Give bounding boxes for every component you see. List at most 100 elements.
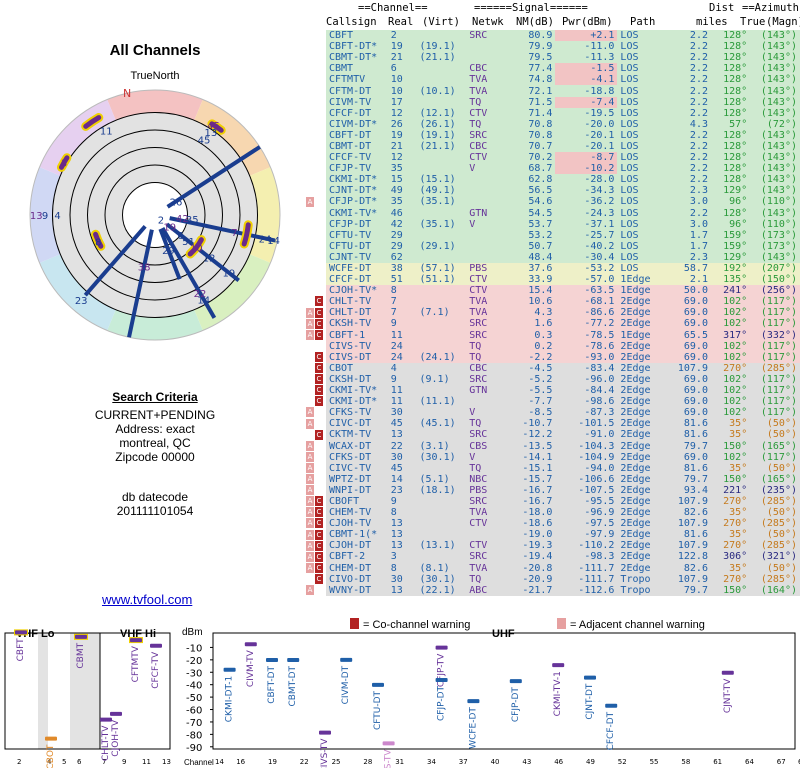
table-cell: 241° [723, 285, 748, 297]
table-cell: 48.4 [528, 251, 553, 263]
table-cell: (143°) [760, 174, 797, 186]
table-cell: (117°) [760, 373, 797, 385]
table-cell: -93.0 [584, 351, 615, 363]
table-cell: CIVS-DT [329, 351, 372, 363]
table-cell: -53.2 [584, 263, 615, 275]
table-row: CBFT-2 3 SRC -19.4 -98.3 2Edge 122.8 306° (321°) [326, 551, 800, 563]
x-tick-label: 40 [491, 758, 500, 766]
y-tick-label: -20 [186, 656, 202, 667]
station-marker [130, 638, 142, 643]
table-row: CBMT-DT 21 (21.1) CBC 70.7 -20.1 LOS 2.2 128° (14… [326, 140, 800, 153]
table-cell [416, 363, 466, 374]
table-cell: 50.7 [528, 240, 553, 252]
table-cell: -20.8 [522, 562, 553, 574]
adjacent-warning-badge: A [306, 551, 314, 562]
table-cell: 2Edge [620, 562, 651, 574]
table-row: CFKS-TV 30 V -8.5 -87.3 2Edge 69.0 102° (117°) [326, 407, 800, 419]
table-row: CKMI-DT* 15 (15.1) 62.8 -28.0 LOS 2.2 128° (143°… [326, 174, 800, 186]
x-tick-label: 16 [236, 758, 245, 766]
table-cell: 53.2 [528, 229, 553, 241]
co-channel-warning-badge: C [315, 363, 323, 373]
table-cell: CBS [469, 440, 488, 452]
table-row: CKMI-TV* 11 GTN -5.5 -84.4 2Edge 69.0 102° (117°… [326, 385, 800, 397]
table-cell: (117°) [760, 340, 797, 352]
table-cell: SRC [469, 129, 488, 141]
adjacent-warning-badge: A [306, 440, 314, 451]
table-row: CJNT-DT* 49 (49.1) 56.5 -34.3 LOS 2.3 129° (143°… [326, 185, 800, 197]
table-cell: 2Edge [620, 507, 651, 519]
table-cell: -96.0 [584, 373, 615, 385]
station-label: CFTU-DT [373, 690, 383, 730]
table-cell: 1.7 [689, 240, 708, 252]
table-cell: CHLT-TV [329, 296, 372, 308]
table-cell: LOS [620, 140, 639, 152]
tvfool-link[interactable]: www.tvfool.com [102, 592, 192, 607]
table-cell: (35.1) [419, 196, 456, 208]
table-cell: 79.7 [683, 440, 708, 452]
y-tick-label: -10 [186, 643, 202, 654]
table-cell [416, 252, 466, 263]
station-label: CFCF-DT [606, 711, 616, 750]
table-cell: CFJP-TV [329, 163, 372, 175]
station-marker [721, 670, 734, 675]
table-cell: (21.1) [419, 52, 456, 64]
table-cell: -28.0 [584, 174, 615, 186]
station-label: CFKS-TV [384, 749, 394, 768]
co-channel-warning-badge: C [315, 529, 323, 540]
table-cell: -4.1 [555, 74, 618, 86]
co-channel-warning-badge: C [315, 496, 323, 507]
table-cell: CBC [469, 63, 488, 75]
table-cell: 10 [390, 74, 403, 86]
table-cell: 2Edge [620, 407, 651, 419]
table-cell: 102° [723, 340, 748, 352]
table-cell [416, 429, 466, 440]
table-cell: 69.0 [683, 407, 708, 419]
table-cell: (50°) [766, 507, 797, 519]
table-cell [466, 174, 507, 185]
table-row: CFCF-DT 51 (51.1) CTV 33.9 -57.0 1Edge 2.1 135° (… [326, 274, 800, 286]
table-cell: CFTMTV [329, 74, 366, 86]
table-cell: 11 [390, 396, 403, 408]
table-cell [416, 341, 466, 352]
polar-channel-label: 8 [95, 237, 101, 248]
table-cell: 2Edge [620, 451, 651, 463]
station-label: CJNT-TV [723, 678, 733, 713]
table-cell: 270° [723, 540, 748, 552]
table-cell: 128° [723, 52, 748, 64]
station-label: CIVS-TV [320, 738, 330, 768]
table-cell: (72°) [766, 118, 797, 130]
table-cell [416, 63, 466, 74]
table-cell: (143°) [760, 74, 797, 86]
table-cell [416, 496, 466, 507]
table-cell: 35° [729, 507, 748, 519]
table-cell: 2Edge [620, 385, 651, 397]
y-tick-label: -70 [186, 718, 202, 729]
adjacent-warning-badge: A [306, 462, 314, 473]
table-cell: 35° [729, 529, 748, 541]
polar-channel-label: 13 [30, 211, 43, 222]
table-cell: LOS [620, 85, 639, 97]
table-cell: (143°) [760, 152, 797, 164]
table-cell: 2.2 [689, 107, 708, 119]
station-marker [340, 657, 353, 662]
dbm-label: dBm [182, 627, 203, 638]
polar-plot: N4513453112613 9 4 423583823292214219651101… [29, 87, 281, 341]
table-cell: 102° [723, 296, 748, 308]
table-cell: CTV [469, 274, 488, 286]
table-cell: (143°) [760, 163, 797, 175]
table-row: CIVM-TV 17 TQ 71.5 -7.4 LOS 2.2 128° (143°) [326, 96, 800, 108]
table-cell: -13.5 [522, 440, 553, 452]
table-cell: 45 [390, 418, 403, 430]
table-cell: -36.2 [584, 196, 615, 208]
legend-co-channel: = Co-channel warning [363, 619, 470, 631]
table-cell: (235°) [760, 484, 797, 496]
table-cell: CBC [469, 140, 488, 152]
table-cell: (19.1) [419, 129, 456, 141]
table-row: CIVC-TV 45 TQ -15.1 -94.0 2Edge 81.6 35° (50°) [326, 462, 800, 474]
co-channel-warning-badge: C [315, 518, 323, 529]
table-cell: 102° [723, 385, 748, 397]
table-cell: -18.6 [522, 518, 553, 530]
table-cell: 12 [390, 107, 403, 119]
table-cell: 81.6 [683, 418, 708, 430]
table-cell: 33.9 [528, 274, 553, 286]
